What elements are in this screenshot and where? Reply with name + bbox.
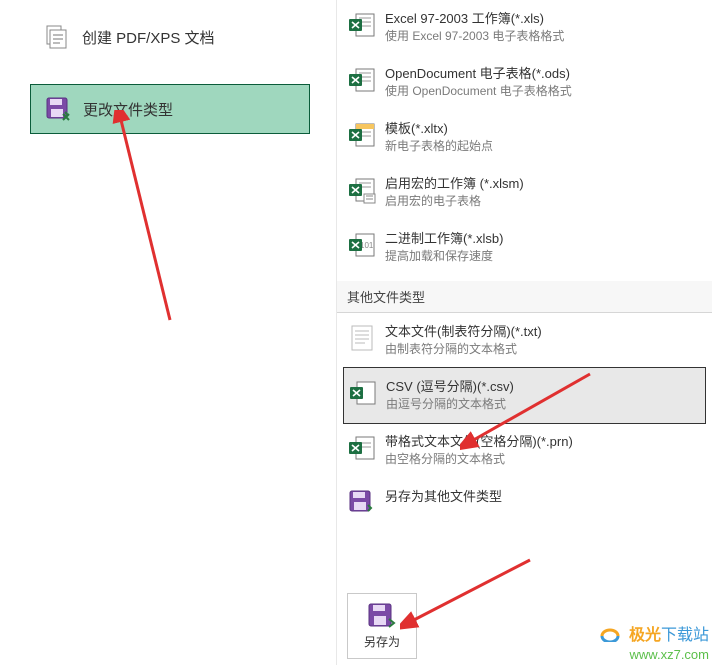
filetype-csv[interactable]: , CSV (逗号分隔)(*.csv) 由逗号分隔的文本格式 <box>343 367 706 424</box>
filetype-title: 模板(*.xltx) <box>385 120 493 138</box>
watermark-logo-icon <box>599 624 621 647</box>
filetype-xltx[interactable]: 模板(*.xltx) 新电子表格的起始点 <box>337 110 712 165</box>
save-as-other-icon <box>347 488 377 518</box>
filetype-desc: 由逗号分隔的文本格式 <box>386 396 514 413</box>
filetype-title: 二进制工作簿(*.xlsb) <box>385 230 503 248</box>
filetype-desc: 由空格分隔的文本格式 <box>385 451 573 468</box>
filetype-desc: 使用 OpenDocument 电子表格格式 <box>385 83 572 100</box>
excel-template-icon <box>347 120 377 150</box>
excel-prn-icon <box>347 433 377 463</box>
left-pane: 创建 PDF/XPS 文档 更改文件类型 <box>0 0 330 665</box>
filetype-desc: 提高加载和保存速度 <box>385 248 503 265</box>
excel-icon <box>347 10 377 40</box>
text-file-icon <box>347 323 377 353</box>
save-as-label: 另存为 <box>364 633 400 650</box>
section-other-file-types: 其他文件类型 <box>337 281 712 313</box>
filetype-title: Excel 97-2003 工作簿(*.xls) <box>385 10 564 28</box>
watermark: 极光下载站 www.xz7.com <box>599 624 709 663</box>
excel-binary-icon: 101 <box>347 230 377 260</box>
filetype-title: 启用宏的工作簿 (*.xlsm) <box>385 175 524 193</box>
filetype-title: 带格式文本文件(空格分隔)(*.prn) <box>385 433 573 451</box>
save-as-icon <box>45 96 71 122</box>
nav-create-pdf-xps[interactable]: 创建 PDF/XPS 文档 <box>30 12 310 62</box>
watermark-url: www.xz7.com <box>599 647 709 663</box>
filetype-xlsb[interactable]: 101 二进制工作簿(*.xlsb) 提高加载和保存速度 <box>337 220 712 275</box>
filetype-desc: 由制表符分隔的文本格式 <box>385 341 542 358</box>
right-pane: Excel 97-2003 工作簿(*.xls) 使用 Excel 97-200… <box>336 0 712 665</box>
filetype-xlsm[interactable]: 启用宏的工作簿 (*.xlsm) 启用宏的电子表格 <box>337 165 712 220</box>
filetype-title: 另存为其他文件类型 <box>385 488 502 506</box>
excel-csv-icon: , <box>348 378 378 408</box>
watermark-brand-right: 下载站 <box>661 627 709 644</box>
filetype-desc: 使用 Excel 97-2003 电子表格格式 <box>385 28 564 45</box>
filetype-desc: 启用宏的电子表格 <box>385 193 524 210</box>
nav-create-pdf-xps-label: 创建 PDF/XPS 文档 <box>82 27 215 48</box>
filetype-prn[interactable]: 带格式文本文件(空格分隔)(*.prn) 由空格分隔的文本格式 <box>337 423 712 478</box>
excel-icon <box>347 65 377 95</box>
save-as-button[interactable]: 另存为 <box>347 593 417 659</box>
excel-macro-icon <box>347 175 377 205</box>
filetype-txt[interactable]: 文本文件(制表符分隔)(*.txt) 由制表符分隔的文本格式 <box>337 313 712 368</box>
pdf-document-icon <box>44 24 70 50</box>
filetype-title: OpenDocument 电子表格(*.ods) <box>385 65 572 83</box>
filetype-xls[interactable]: Excel 97-2003 工作簿(*.xls) 使用 Excel 97-200… <box>337 0 712 55</box>
filetype-desc: 新电子表格的起始点 <box>385 138 493 155</box>
svg-text:101: 101 <box>360 241 374 250</box>
filetype-title: CSV (逗号分隔)(*.csv) <box>386 378 514 396</box>
nav-change-file-type[interactable]: 更改文件类型 <box>30 84 310 134</box>
filetype-ods[interactable]: OpenDocument 电子表格(*.ods) 使用 OpenDocument… <box>337 55 712 110</box>
save-icon <box>367 603 397 629</box>
filetype-other[interactable]: 另存为其他文件类型 <box>337 478 712 528</box>
nav-change-file-type-label: 更改文件类型 <box>83 99 173 120</box>
watermark-brand-left: 极光 <box>629 627 661 644</box>
filetype-title: 文本文件(制表符分隔)(*.txt) <box>385 323 542 341</box>
